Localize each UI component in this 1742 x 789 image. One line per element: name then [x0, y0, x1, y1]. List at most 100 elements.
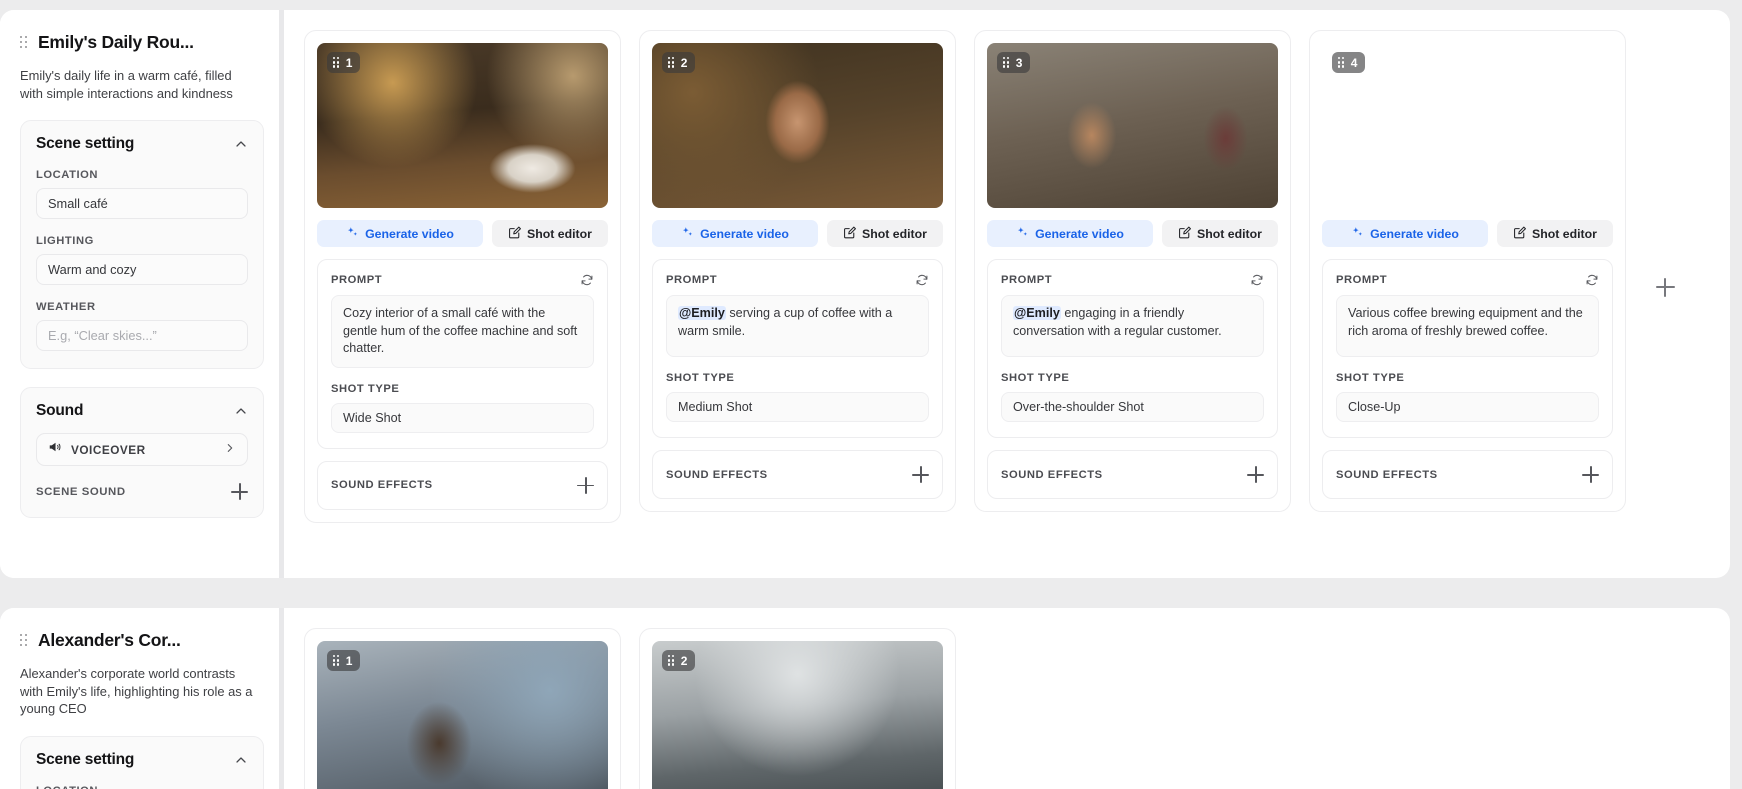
- shot-editor-button[interactable]: Shot editor: [1162, 220, 1278, 247]
- shot-number-badge[interactable]: 2: [662, 650, 696, 671]
- shot-number-badge[interactable]: 2: [662, 52, 696, 73]
- shot-number: 1: [345, 55, 353, 70]
- scene-setting-panel: Scene setting LOCATION Small café LIGHTI…: [20, 120, 264, 369]
- drag-handle-icon[interactable]: [333, 655, 340, 666]
- shot-type-input[interactable]: Close-Up: [1336, 392, 1599, 422]
- chevron-up-icon[interactable]: [234, 404, 248, 418]
- sparkle-icon: [1351, 226, 1364, 242]
- megaphone-icon: [48, 440, 62, 459]
- shot-thumbnail[interactable]: 2: [652, 43, 943, 208]
- shot-type-label: SHOT TYPE: [666, 372, 735, 384]
- shot-number-badge[interactable]: 1: [327, 52, 361, 73]
- shot-card[interactable]: 3 Generate video Shot editor PROMPT @Emi…: [974, 30, 1291, 512]
- shot-card[interactable]: 2 Generate video Shot editor PROMPT @Emi…: [639, 30, 956, 512]
- shot-number-badge[interactable]: 3: [997, 52, 1031, 73]
- add-sound-effect-button[interactable]: [577, 476, 594, 494]
- shot-type-label: SHOT TYPE: [1001, 372, 1070, 384]
- add-sound-effect-button[interactable]: [1582, 466, 1599, 483]
- scene-sidebar-2: Alexander's Cor... Alexander's corporate…: [0, 608, 284, 789]
- regenerate-prompt-icon[interactable]: [1250, 273, 1264, 287]
- regenerate-prompt-icon[interactable]: [580, 273, 594, 287]
- location-input[interactable]: Small café: [36, 188, 248, 219]
- drag-handle-icon[interactable]: [668, 655, 675, 666]
- prompt-text[interactable]: @Emily serving a cup of coffee with a wa…: [666, 295, 929, 357]
- chevron-up-icon[interactable]: [234, 137, 248, 151]
- regenerate-prompt-icon[interactable]: [1585, 273, 1599, 287]
- scene-row-2: Alexander's Cor... Alexander's corporate…: [0, 608, 1730, 789]
- prompt-panel: PROMPT Cozy interior of a small café wit…: [317, 259, 608, 449]
- generate-video-button[interactable]: Generate video: [317, 220, 483, 247]
- shot-number-badge[interactable]: 4: [1332, 52, 1366, 73]
- chevron-right-icon[interactable]: [224, 441, 236, 459]
- sound-effects-label: SOUND EFFECTS: [1336, 468, 1438, 481]
- regenerate-prompt-icon[interactable]: [915, 273, 929, 287]
- scene-setting-header[interactable]: Scene setting: [36, 751, 248, 769]
- shots-canvas-1: 1 Generate video Shot editor PROMPT Cozy…: [284, 10, 1730, 578]
- shot-card-actions: Generate video Shot editor: [652, 220, 943, 247]
- shot-number: 2: [680, 55, 688, 70]
- prompt-text[interactable]: Various coffee brewing equipment and the…: [1336, 295, 1599, 357]
- edit-square-icon: [1513, 226, 1527, 242]
- prompt-label: PROMPT: [666, 274, 718, 286]
- shot-thumbnail[interactable]: 1: [317, 43, 608, 208]
- prompt-text[interactable]: @Emily engaging in a friendly conversati…: [1001, 295, 1264, 357]
- shot-number-badge[interactable]: 1: [327, 650, 361, 671]
- generate-video-button[interactable]: Generate video: [987, 220, 1153, 247]
- prompt-label: PROMPT: [1001, 274, 1053, 286]
- weather-input[interactable]: E.g, “Clear skies...”: [36, 320, 248, 351]
- sound-effects-label: SOUND EFFECTS: [331, 479, 433, 491]
- prompt-text[interactable]: Cozy interior of a small café with the g…: [331, 295, 594, 368]
- chevron-up-icon[interactable]: [234, 753, 248, 767]
- shot-thumbnail[interactable]: 3: [987, 43, 1278, 208]
- scene-setting-header[interactable]: Scene setting: [36, 135, 248, 153]
- shot-card[interactable]: 4 Generate video Shot editor PROMPT Vari…: [1309, 30, 1626, 512]
- sound-effects-label: SOUND EFFECTS: [666, 468, 768, 481]
- shot-type-input[interactable]: Over-the-shoulder Shot: [1001, 392, 1264, 422]
- shot-editor-button[interactable]: Shot editor: [492, 220, 608, 247]
- prompt-label: PROMPT: [331, 274, 383, 286]
- add-sound-effect-button[interactable]: [912, 466, 929, 483]
- shot-type-input[interactable]: Wide Shot: [331, 402, 594, 433]
- sound-header[interactable]: Sound: [36, 402, 248, 420]
- shot-thumbnail[interactable]: 1: [317, 641, 608, 789]
- drag-handle-icon[interactable]: [1003, 57, 1010, 68]
- sound-effects-panel: SOUND EFFECTS: [652, 450, 943, 499]
- drag-handle-icon[interactable]: [20, 36, 29, 49]
- scene-title: Alexander's Cor...: [38, 630, 181, 650]
- plus-icon: [1655, 277, 1675, 297]
- lighting-input[interactable]: Warm and cozy: [36, 254, 248, 285]
- shot-card[interactable]: 2: [639, 628, 956, 789]
- prompt-panel: PROMPT @Emily engaging in a friendly con…: [987, 259, 1278, 438]
- voiceover-row[interactable]: VOICEOVER: [36, 433, 248, 466]
- shot-editor-button[interactable]: Shot editor: [827, 220, 943, 247]
- shot-card[interactable]: 1: [304, 628, 621, 789]
- scene-setting-title: Scene setting: [36, 750, 135, 768]
- edit-square-icon: [508, 226, 522, 242]
- add-shot-button[interactable]: [1644, 266, 1686, 308]
- drag-handle-icon[interactable]: [333, 57, 340, 68]
- prompt-panel: PROMPT Various coffee brewing equipment …: [1322, 259, 1613, 438]
- shots-canvas-2: 1 2: [284, 608, 1730, 789]
- edit-square-icon: [843, 226, 857, 242]
- shot-thumbnail[interactable]: 2: [652, 641, 943, 789]
- shot-number: 2: [680, 653, 688, 668]
- scene-description: Emily's daily life in a warm café, fille…: [20, 68, 233, 101]
- shot-type-label: SHOT TYPE: [1336, 372, 1405, 384]
- drag-handle-icon[interactable]: [668, 57, 675, 68]
- generate-video-button[interactable]: Generate video: [1322, 220, 1488, 247]
- shot-thumbnail[interactable]: 4: [1322, 43, 1613, 208]
- shot-number: 1: [345, 653, 353, 668]
- shot-type-input[interactable]: Medium Shot: [666, 392, 929, 422]
- character-mention[interactable]: @Emily: [678, 306, 726, 320]
- generate-video-button[interactable]: Generate video: [652, 220, 818, 247]
- drag-handle-icon[interactable]: [20, 634, 29, 647]
- shot-editor-button[interactable]: Shot editor: [1497, 220, 1613, 247]
- sound-panel: Sound VOICEOVER SCENE SOUND: [20, 387, 264, 518]
- shot-editor-label: Shot editor: [527, 226, 592, 241]
- shot-editor-label: Shot editor: [1197, 226, 1262, 241]
- shot-card[interactable]: 1 Generate video Shot editor PROMPT Cozy…: [304, 30, 621, 523]
- add-sound-effect-button[interactable]: [1247, 466, 1264, 483]
- character-mention[interactable]: @Emily: [1013, 306, 1061, 320]
- add-scene-sound-button[interactable]: [231, 483, 248, 500]
- drag-handle-icon[interactable]: [1338, 57, 1345, 68]
